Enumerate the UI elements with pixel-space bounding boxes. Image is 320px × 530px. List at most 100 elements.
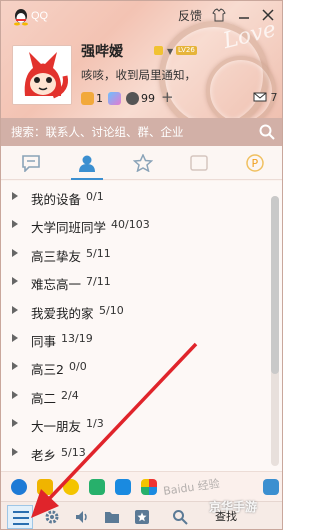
expand-arrow-icon[interactable]: [12, 220, 18, 229]
contact-group-row[interactable]: 大一朋友 1/3: [1, 410, 267, 438]
bubble-icon[interactable]: [126, 92, 139, 105]
titlebar: QQ 反馈: [1, 1, 282, 31]
gear-icon: [45, 510, 59, 524]
expand-arrow-icon[interactable]: [12, 277, 18, 286]
group-name: 我的设备: [31, 192, 82, 207]
mini-count-2: 99: [141, 92, 155, 105]
video-app-icon[interactable]: [89, 479, 105, 495]
menu-icon: [13, 511, 29, 525]
group-name: 高二: [31, 390, 57, 406]
main-menu-button[interactable]: [7, 505, 33, 529]
favorites-button[interactable]: [131, 507, 153, 527]
tab-contacts[interactable]: [59, 146, 115, 180]
group-count: 0/0: [69, 360, 87, 374]
group-count: 5/13: [61, 445, 86, 459]
tab-groups[interactable]: [171, 146, 227, 180]
group-count: 2/4: [61, 388, 79, 402]
site-watermark: 京华手游: [209, 500, 258, 514]
contact-group-row[interactable]: 老乡 5/13: [1, 439, 267, 467]
expand-arrow-icon[interactable]: [12, 362, 18, 371]
contact-group-row[interactable]: 我的设备 0/1: [1, 183, 267, 211]
settings-button[interactable]: [41, 507, 63, 527]
scrollbar-thumb[interactable]: [271, 196, 279, 374]
avatar[interactable]: [12, 45, 72, 105]
group-name: 高三挚友: [31, 248, 82, 264]
group-count: 13/19: [61, 332, 93, 345]
music-app-icon[interactable]: [63, 479, 79, 495]
group-count: 7/11: [86, 275, 111, 289]
signature[interactable]: 咳咳，收到局里通知，: [81, 67, 196, 83]
folder-icon: [105, 512, 119, 523]
group-name: 大一朋友: [31, 419, 82, 435]
feedback-button[interactable]: 反馈: [178, 7, 202, 24]
magnifier-icon: [173, 510, 188, 525]
sun-icon[interactable]: [81, 92, 94, 105]
close-button[interactable]: [257, 5, 279, 25]
fox-avatar-icon: [13, 46, 71, 104]
status-icon[interactable]: [154, 46, 163, 55]
svg-text:P: P: [252, 157, 259, 170]
profile-header: Love QQ 反馈 强哔嫒 ▼ LV26 咳咳，收到局里通知， 1 99 + …: [1, 1, 282, 118]
skin-button[interactable]: [208, 5, 230, 25]
group-count: 1/3: [86, 417, 104, 431]
contact-group-row[interactable]: 高二 2/4: [1, 382, 267, 410]
expand-arrow-icon[interactable]: [12, 248, 18, 257]
minimize-button[interactable]: [233, 5, 255, 25]
contact-group-row[interactable]: 高三挚友 5/11: [1, 240, 267, 268]
minimize-icon: [239, 17, 249, 19]
search-input[interactable]: 搜索：联系人、讨论组、群、企业: [11, 124, 184, 140]
tab-favorites[interactable]: [115, 146, 171, 180]
group-count: 5/10: [99, 303, 124, 317]
expand-arrow-icon[interactable]: [12, 192, 18, 200]
expand-arrow-icon[interactable]: [12, 447, 18, 456]
qq-main-window: Love QQ 反馈 强哔嫒 ▼ LV26 咳咳，收到局里通知， 1 99 + …: [0, 0, 283, 530]
contacts-icon: [79, 155, 95, 172]
expand-arrow-icon[interactable]: [12, 419, 18, 428]
tab-p[interactable]: P: [227, 146, 282, 180]
group-name: 大学同班同学: [31, 220, 107, 236]
find-button[interactable]: [169, 507, 191, 527]
expand-arrow-icon[interactable]: [12, 390, 18, 399]
mail-icon: [253, 92, 267, 102]
expand-arrow-icon[interactable]: [12, 334, 18, 342]
nickname[interactable]: 强哔嫒: [81, 41, 123, 61]
contact-group-row[interactable]: 难忘高一 7/11: [1, 268, 267, 296]
expand-arrow-icon[interactable]: [12, 305, 18, 314]
contact-group-row[interactable]: 高三2 0/0: [1, 353, 267, 381]
contact-group-row[interactable]: 我爱我的家 5/10: [1, 297, 267, 325]
browser-app-icon[interactable]: [11, 479, 27, 495]
level-badge[interactable]: LV26: [176, 46, 197, 55]
group-name: 老乡: [31, 447, 57, 463]
status-dropdown-icon[interactable]: ▼: [167, 47, 173, 56]
search-icon[interactable]: [258, 123, 276, 141]
app-dock: [1, 471, 282, 501]
search-bar[interactable]: 搜索：联系人、讨论组、群、企业: [1, 118, 282, 146]
apps-icon[interactable]: [141, 479, 157, 495]
star-icon: [133, 154, 153, 172]
app-manager-icon[interactable]: [263, 479, 279, 495]
mail-button[interactable]: 7: [253, 91, 278, 104]
security-app-icon[interactable]: [115, 479, 131, 495]
group-count: 5/11: [86, 246, 111, 260]
group-name: 难忘高一: [31, 277, 82, 293]
group-name: 高三2: [31, 362, 64, 378]
game-icon[interactable]: [108, 92, 121, 105]
group-count: 0/1: [86, 190, 104, 203]
group-name: 同事: [31, 334, 57, 349]
contact-group-row[interactable]: 同事 13/19: [1, 325, 267, 353]
add-app-icon[interactable]: +: [161, 88, 174, 106]
group-count: 40/103: [111, 218, 150, 232]
sound-button[interactable]: [71, 507, 93, 527]
bookmark-star-icon: [135, 510, 149, 524]
contact-group-row[interactable]: 大学同班同学 40/103: [1, 211, 267, 239]
p-icon: P: [246, 154, 264, 172]
tab-messages[interactable]: [3, 146, 59, 180]
qq-logo-icon: [14, 9, 28, 26]
skin-ring-decoration: [206, 56, 276, 118]
main-tabs: P: [1, 146, 282, 180]
game-app-icon[interactable]: [37, 479, 53, 495]
group-icon: [190, 155, 208, 171]
shirt-icon: [212, 8, 226, 22]
file-button[interactable]: [101, 507, 123, 527]
close-icon: [262, 9, 274, 21]
